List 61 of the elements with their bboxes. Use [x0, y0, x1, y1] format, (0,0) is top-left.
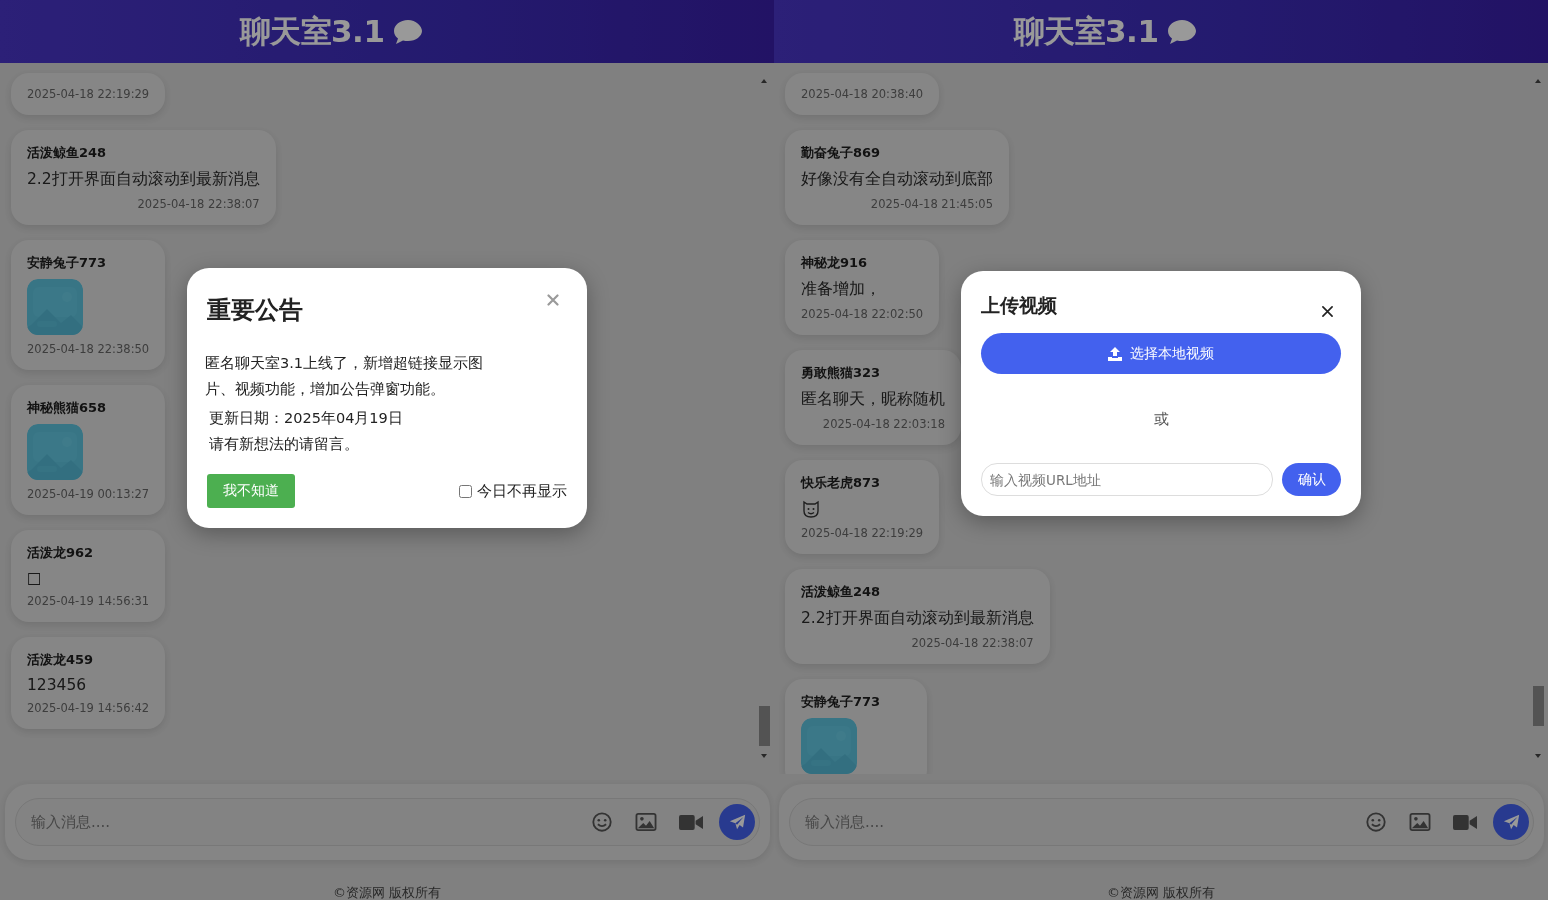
message-time: 2025-04-18 20:38:40	[801, 87, 924, 101]
sender-name: 神秘熊猫658	[27, 399, 108, 417]
close-icon[interactable]	[1322, 305, 1333, 317]
smiley-icon[interactable]	[1365, 811, 1387, 833]
dialog-title: 上传视频	[981, 293, 1057, 318]
paper-plane-icon	[728, 813, 746, 831]
video-camera-icon[interactable]	[679, 813, 703, 831]
message-time: 2025-04-18 22:02:50	[801, 307, 924, 321]
app-title: 聊天室3.1	[1013, 11, 1159, 51]
sender-name: 活泼鲸鱼248	[27, 144, 108, 162]
message-time: 2025-04-18 22:03:18	[822, 417, 945, 431]
message-input[interactable]: 输入消息....	[15, 798, 760, 846]
app-title: 聊天室3.1	[239, 11, 385, 51]
sender-name: 活泼龙962	[27, 544, 95, 562]
message-time: 2025-04-18 22:38:07	[911, 636, 1034, 650]
message-time: 2025-04-19 14:56:42	[27, 701, 150, 715]
smiley-icon	[801, 499, 821, 519]
message-text: 准备增加，	[801, 279, 882, 300]
image-icon[interactable]	[635, 812, 657, 832]
upload-button[interactable]: 选择本地视频	[981, 333, 1341, 374]
image-icon[interactable]	[1409, 812, 1431, 832]
dialog-title: 重要公告	[207, 295, 303, 326]
checkbox-label: 今日不再显示	[477, 481, 567, 501]
message-text: 2.2打开界面自动滚动到最新消息	[27, 169, 260, 190]
sender-name: 神秘龙916	[801, 254, 869, 272]
message-time: 2025-04-19 00:13:27	[27, 487, 150, 501]
footer-text: ©资源网 版权所有	[1106, 885, 1216, 900]
separator-text: 或	[1153, 410, 1169, 428]
sender-name: 安静兔子773	[801, 693, 882, 711]
url-input[interactable]: 输入视频URL地址	[981, 463, 1273, 496]
video-camera-icon[interactable]	[1453, 813, 1477, 831]
sender-name: 活泼鲸鱼248	[801, 583, 882, 601]
message-text: 匿名聊天，昵称随机	[801, 389, 945, 410]
acknowledge-button[interactable]: 我不知道	[207, 474, 295, 508]
message-time: 2025-04-18 22:38:50	[27, 342, 150, 356]
message-text: 2.2打开界面自动滚动到最新消息	[801, 608, 1034, 629]
speech-bubble-icon	[1166, 17, 1199, 46]
upload-icon	[1108, 346, 1122, 361]
notice-text: 请有新想法的请留言。	[208, 435, 360, 454]
notice-text: 更新日期：2025年04月19日	[208, 409, 404, 428]
paper-plane-icon	[1502, 813, 1520, 831]
sender-name: 勤奋兔子869	[801, 144, 882, 162]
notice-text: 匿名聊天室3.1上线了，新增超链接显示图片、视频功能，增加公告弹窗功能。	[205, 354, 485, 399]
message-input[interactable]: 输入消息....	[789, 798, 1534, 846]
message-time: 2025-04-18 22:38:07	[137, 197, 260, 211]
sender-name: 勇敢熊猫323	[801, 364, 882, 382]
speech-bubble-icon	[392, 17, 425, 46]
message-text: 好像没有全自动滚动到底部	[801, 169, 993, 190]
footer-text: ©资源网 版权所有	[332, 885, 442, 900]
message-text: 123456	[27, 676, 88, 694]
sender-name: 活泼龙459	[27, 651, 95, 669]
checkbox[interactable]	[459, 484, 472, 498]
confirm-button[interactable]: 确认	[1282, 463, 1341, 496]
smiley-icon[interactable]	[591, 811, 613, 833]
message-text: □	[27, 569, 43, 587]
sender-name: 快乐老虎873	[801, 474, 882, 492]
message-time: 2025-04-18 22:19:29	[27, 87, 150, 101]
message-time: 2025-04-18 22:19:29	[801, 526, 924, 540]
message-time: 2025-04-19 14:56:31	[27, 594, 150, 608]
sender-name: 安静兔子773	[27, 254, 108, 272]
message-time: 2025-04-18 21:45:05	[870, 197, 993, 211]
